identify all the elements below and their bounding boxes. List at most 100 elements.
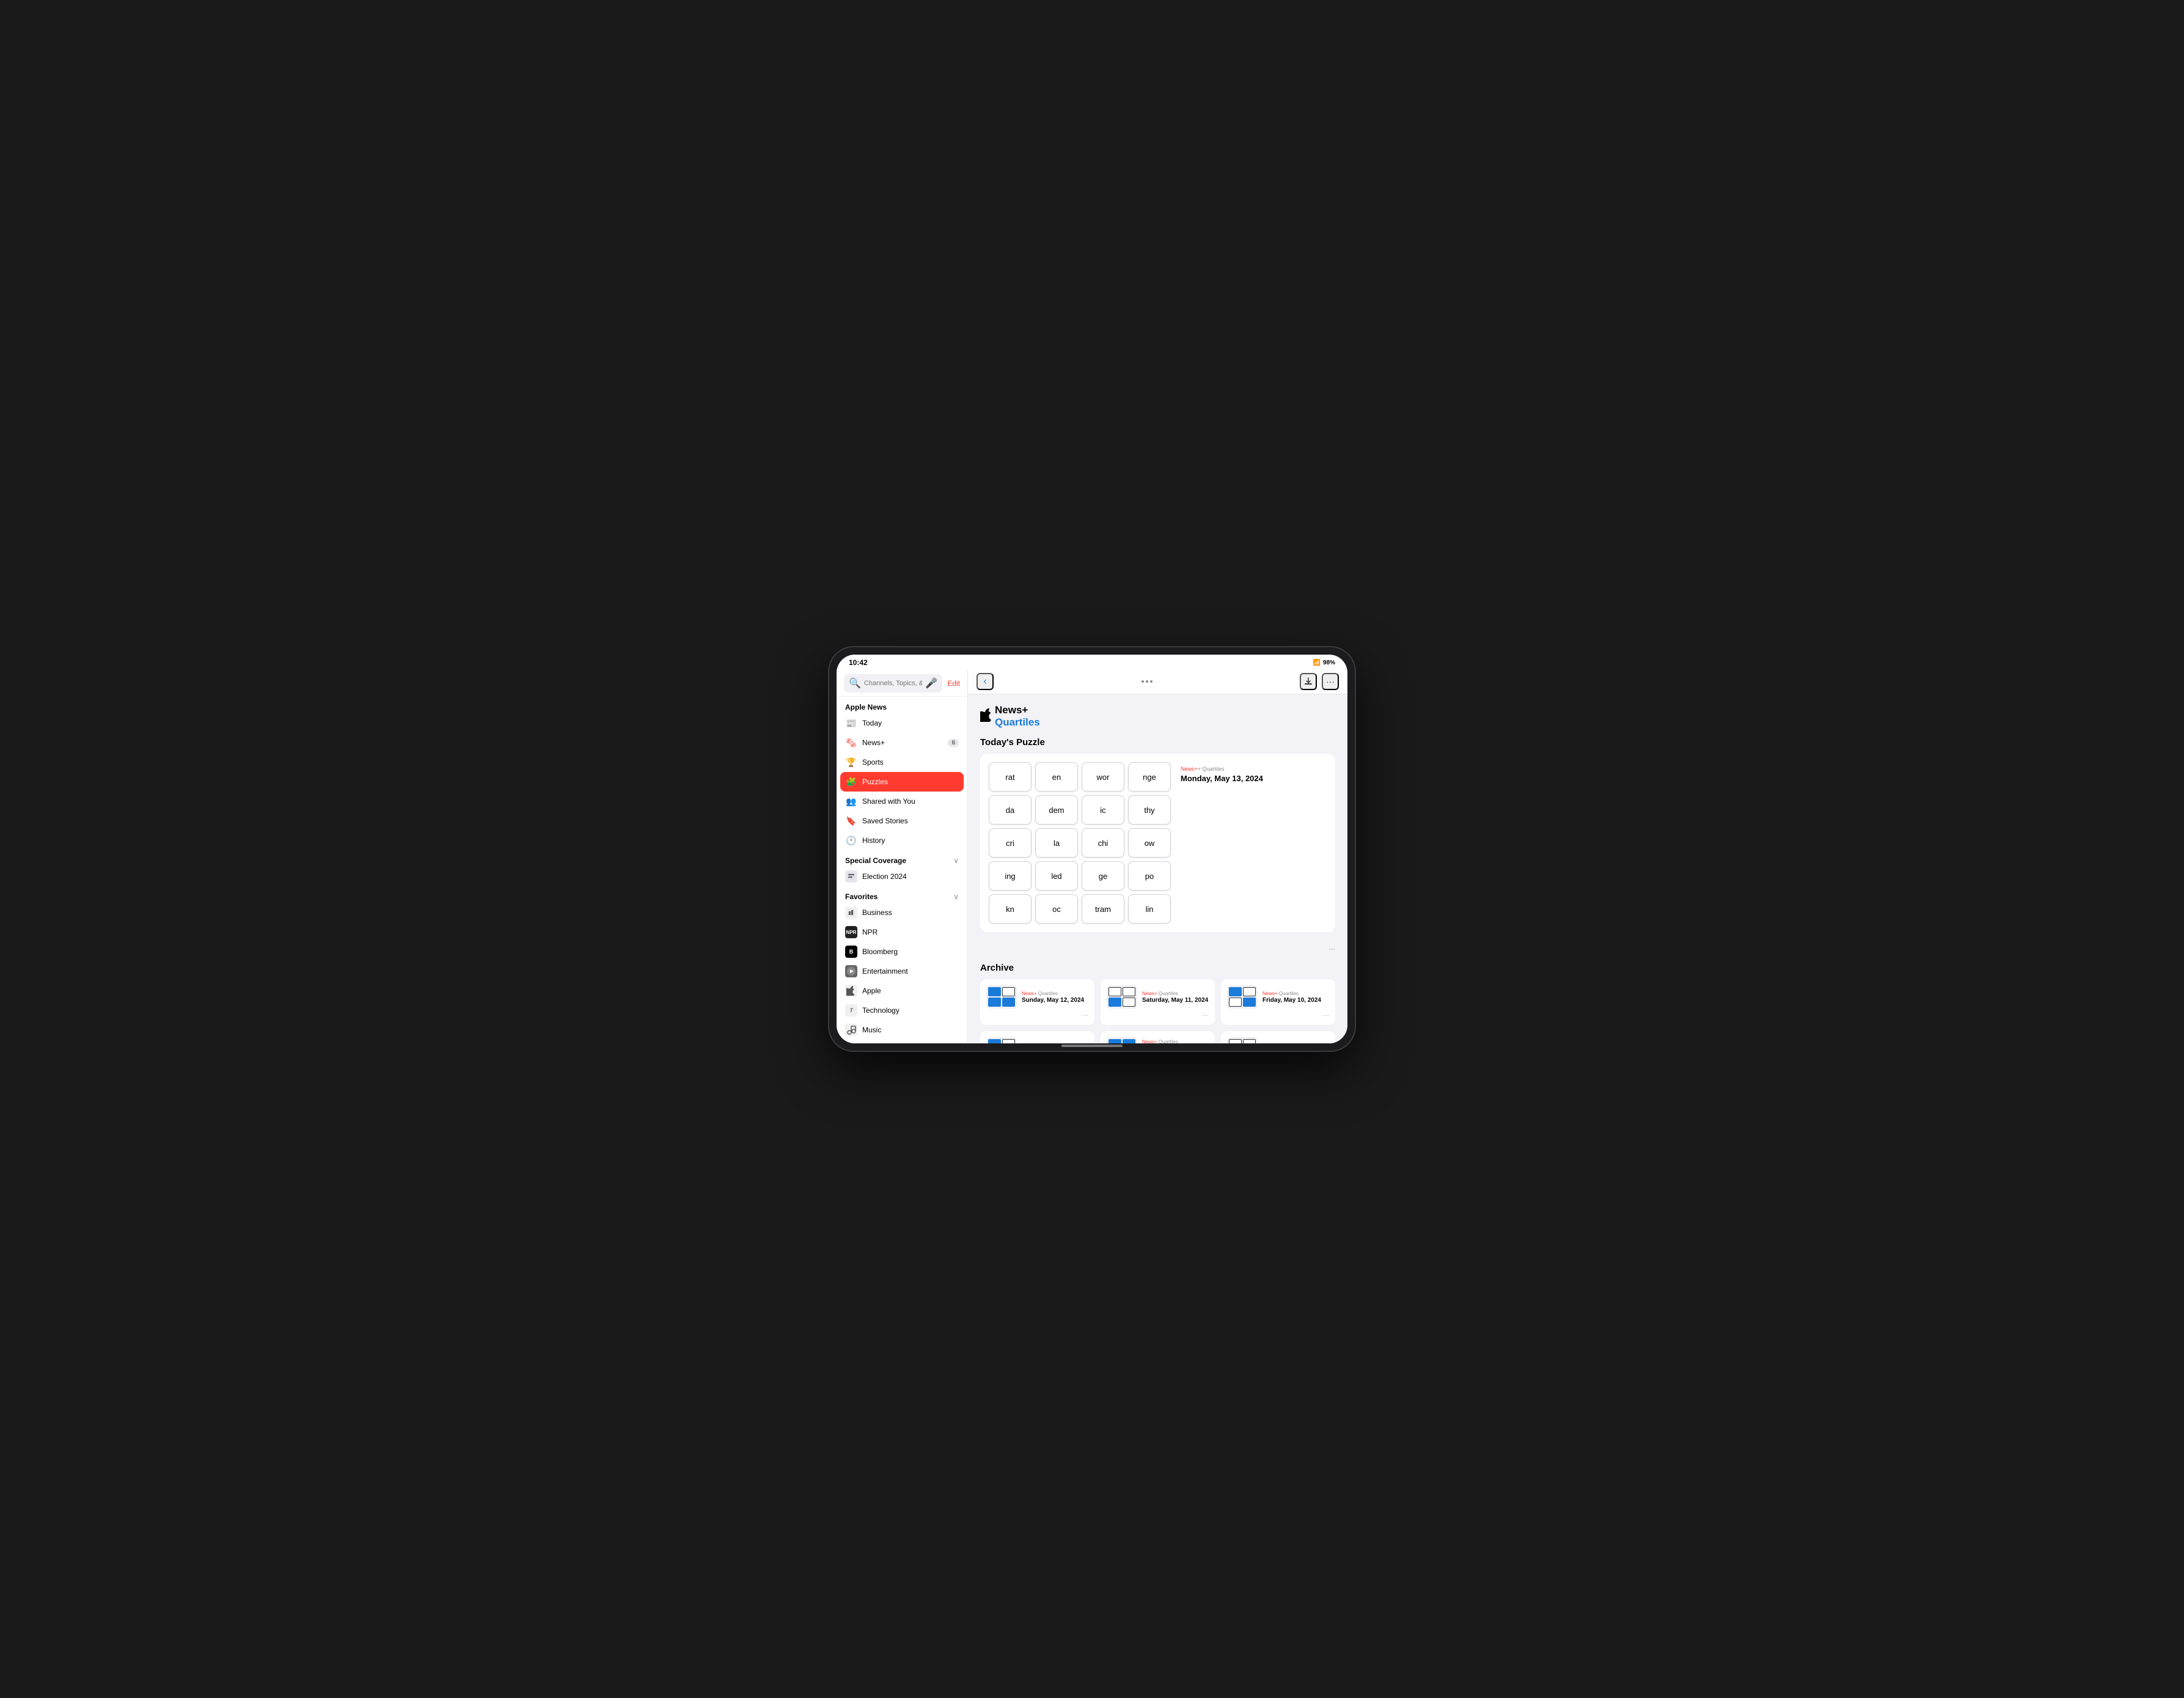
right-panel: ‹ ···: [968, 669, 1347, 1043]
status-bar: 10:42 📶 98%: [837, 655, 1347, 669]
archive-card-6[interactable]: News+ Quartiles Tuesday, May 7, 2024 ···: [1221, 1031, 1335, 1043]
app-subtitle: Quartiles: [995, 716, 1040, 729]
tile-dem[interactable]: dem: [1035, 795, 1078, 825]
app-header: News+ Quartiles: [980, 704, 1335, 729]
tile-kn[interactable]: kn: [989, 894, 1032, 924]
thumb-block: [1243, 987, 1256, 996]
apple-logo-svg: [980, 708, 991, 722]
archive-info-3: News+ Quartiles Friday, May 10, 2024: [1262, 991, 1329, 1004]
top-bar: ‹ ···: [968, 669, 1347, 694]
sidebar-item-puzzles[interactable]: 🧩 Puzzles: [840, 772, 964, 792]
sidebar-item-business[interactable]: Business: [837, 903, 967, 922]
tile-oc[interactable]: oc: [1035, 894, 1078, 924]
sidebar-item-technology[interactable]: T Technology: [837, 1001, 967, 1020]
tile-led[interactable]: led: [1035, 861, 1078, 891]
tile-wor[interactable]: wor: [1082, 762, 1124, 792]
sidebar-item-history[interactable]: 🕐 History: [837, 831, 967, 850]
archive-card-3[interactable]: News+ Quartiles Friday, May 10, 2024 ···: [1221, 979, 1335, 1025]
content-area[interactable]: News+ Quartiles Today's Puzzle rat en wo…: [968, 694, 1347, 1043]
archive-card-3-top: News+ Quartiles Friday, May 10, 2024: [1227, 985, 1329, 1009]
tile-la[interactable]: la: [1035, 828, 1078, 858]
thumb-block: [1108, 998, 1121, 1007]
sidebar-item-apple[interactable]: Apple: [837, 981, 967, 1001]
archive-thumb-6: [1227, 1037, 1258, 1043]
archive-more-2[interactable]: ···: [1107, 1012, 1209, 1019]
special-coverage-chevron[interactable]: ∨: [953, 856, 959, 865]
thumb-block: [988, 1039, 1001, 1043]
apple-news-header: Apple News: [837, 697, 967, 713]
archive-info-1: News+ Quartiles Sunday, May 12, 2024: [1022, 991, 1088, 1004]
sidebar-item-today[interactable]: 📰 Today: [837, 713, 967, 733]
back-button[interactable]: ‹: [977, 673, 994, 690]
sidebar-item-election[interactable]: Election 2024: [837, 867, 967, 886]
archive-card-1[interactable]: News+ Quartiles Sunday, May 12, 2024 ···: [980, 979, 1094, 1025]
archive-thumb-3: [1227, 985, 1258, 1009]
sidebar-item-npr[interactable]: NPR NPR: [837, 922, 967, 942]
tile-tram[interactable]: tram: [1082, 894, 1124, 924]
tile-en[interactable]: en: [1035, 762, 1078, 792]
puzzles-icon: 🧩: [845, 776, 857, 788]
archive-card-4[interactable]: News+ Quartiles Thursday, May 9, 2024 ··…: [980, 1031, 1094, 1043]
puzzle-more-button[interactable]: ···: [980, 944, 1335, 954]
archive-thumb-2: [1107, 985, 1137, 1009]
archive-card-5[interactable]: News+ Quartiles Wednesday, May 8, 2024 ·…: [1101, 1031, 1215, 1043]
special-coverage-title: Special Coverage: [845, 856, 906, 865]
archive-source-1: News+ Quartiles: [1022, 991, 1088, 996]
election-label: Election 2024: [862, 872, 907, 881]
download-button[interactable]: [1300, 673, 1317, 690]
tile-nge[interactable]: nge: [1128, 762, 1171, 792]
search-input[interactable]: [864, 680, 922, 687]
search-icon: 🔍: [849, 677, 861, 689]
tile-rat[interactable]: rat: [989, 762, 1032, 792]
archive-more-3[interactable]: ···: [1227, 1012, 1329, 1019]
tile-da[interactable]: da: [989, 795, 1032, 825]
sidebar-item-sports[interactable]: 🏆 Sports: [837, 752, 967, 772]
tile-chi[interactable]: chi: [1082, 828, 1124, 858]
tile-cri[interactable]: cri: [989, 828, 1032, 858]
archive-label: Archive: [980, 963, 1335, 973]
dot3: [1150, 680, 1152, 683]
apple-label: Apple: [862, 987, 881, 995]
archive-card-1-top: News+ Quartiles Sunday, May 12, 2024: [986, 985, 1088, 1009]
sidebar-item-shared[interactable]: 👥 Shared with You: [837, 792, 967, 811]
npr-label: NPR: [862, 928, 878, 936]
archive-info-5: News+ Quartiles Wednesday, May 8, 2024: [1142, 1039, 1209, 1043]
thumb-block: [1123, 998, 1135, 1007]
tile-ing[interactable]: ing: [989, 861, 1032, 891]
tile-thy[interactable]: thy: [1128, 795, 1171, 825]
bloomberg-icon: B: [845, 946, 857, 958]
thumb-block: [1002, 998, 1015, 1007]
archive-source-2: News+ Quartiles: [1142, 991, 1209, 996]
sidebar-item-newsplus[interactable]: 🗞 News+ 6: [837, 733, 967, 752]
newsplus-label: News+: [862, 738, 885, 747]
archive-thumb-5: [1107, 1037, 1137, 1043]
tile-ge[interactable]: ge: [1082, 861, 1124, 891]
sidebar-item-bloomberg[interactable]: B Bloomberg: [837, 942, 967, 961]
saved-label: Saved Stories: [862, 817, 908, 825]
archive-source-6: News+ Quartiles: [1262, 1043, 1329, 1044]
status-icons: 📶 98%: [1313, 660, 1335, 666]
entertainment-icon: [845, 965, 857, 977]
sidebar-item-entertainment[interactable]: Entertainment: [837, 961, 967, 981]
archive-card-2[interactable]: News+ Quartiles Saturday, May 11, 2024 ·…: [1101, 979, 1215, 1025]
archive-info-4: News+ Quartiles Thursday, May 9, 2024: [1022, 1043, 1088, 1044]
special-coverage-section: Special Coverage ∨: [837, 850, 967, 867]
dot1: [1141, 680, 1144, 683]
tile-ow[interactable]: ow: [1128, 828, 1171, 858]
tile-ic[interactable]: ic: [1082, 795, 1124, 825]
tile-lin[interactable]: lin: [1128, 894, 1171, 924]
technology-icon: T: [845, 1004, 857, 1016]
today-label: Today: [862, 719, 882, 727]
ipad-device: 10:42 📶 98% 🔍 🎤 Edit A: [829, 647, 1355, 1051]
tile-po[interactable]: po: [1128, 861, 1171, 891]
archive-card-6-top: News+ Quartiles Tuesday, May 7, 2024: [1227, 1037, 1329, 1043]
sidebar-search-container[interactable]: 🔍 🎤: [844, 674, 942, 693]
archive-more-1[interactable]: ···: [986, 1012, 1088, 1019]
favorites-chevron[interactable]: ∨: [953, 892, 959, 901]
archive-card-2-top: News+ Quartiles Saturday, May 11, 2024: [1107, 985, 1209, 1009]
sidebar-item-saved[interactable]: 🔖 Saved Stories: [837, 811, 967, 831]
more-options-button[interactable]: ···: [1322, 673, 1339, 690]
sidebar-item-music[interactable]: Music: [837, 1020, 967, 1040]
edit-button[interactable]: Edit: [947, 679, 960, 688]
dot2: [1146, 680, 1148, 683]
